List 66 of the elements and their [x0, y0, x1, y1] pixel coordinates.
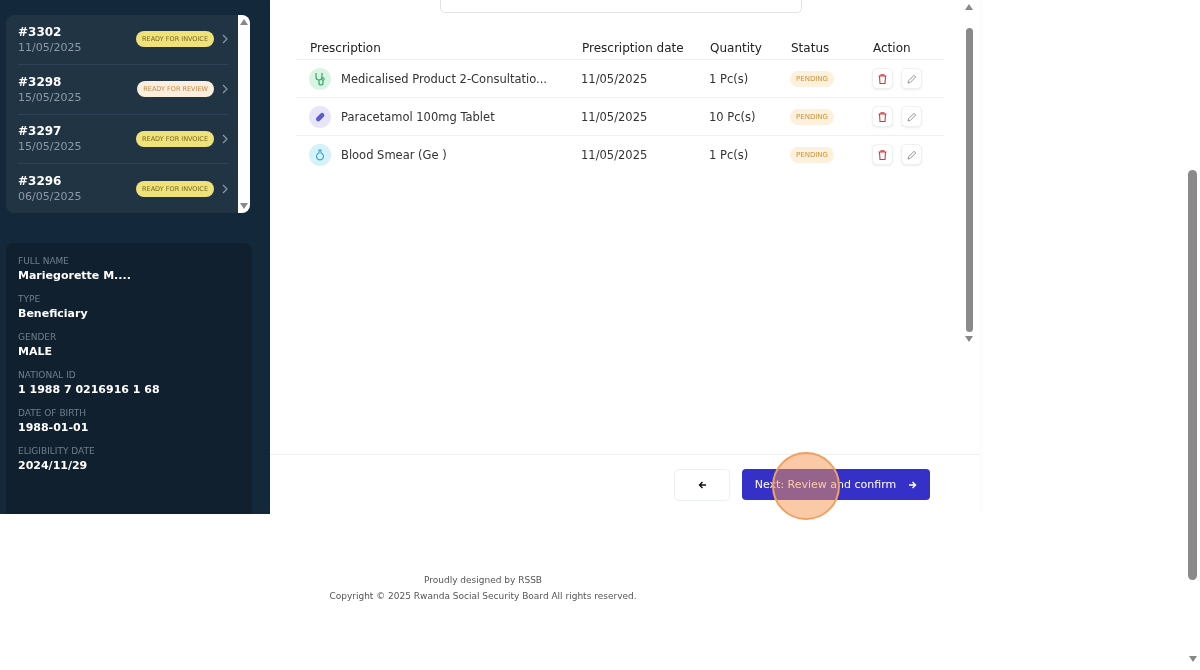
column-header: Status	[791, 41, 831, 57]
scroll-down-icon[interactable]	[1188, 656, 1197, 662]
copyright-text: Copyright © 2025 Rwanda Social Security Board All rights reserved.	[329, 591, 637, 601]
field-value: MALE	[18, 345, 53, 358]
flask-icon	[309, 143, 331, 166]
field-label: NATIONAL ID	[18, 370, 77, 380]
scroll-down-icon[interactable]	[965, 336, 973, 342]
field-label: FULL NAME	[18, 256, 70, 266]
table-cell: Blood Smear (Ge )	[341, 147, 447, 162]
visit-date: 11/05/2025	[18, 40, 83, 54]
trash-icon	[878, 149, 887, 160]
table-cell-text: 11/05/2025	[581, 109, 649, 124]
pencil-icon	[906, 149, 917, 160]
chevron-right-icon	[222, 84, 228, 95]
search-field[interactable]	[440, 0, 802, 13]
scroll-thumb[interactable]	[1188, 170, 1197, 580]
table-cell: Medicalised Product 2-Consultatio...	[341, 71, 547, 86]
visit-date: 15/05/2025	[18, 90, 83, 104]
field-value: 1988-01-01	[18, 421, 90, 434]
table-cell-text: 1 Pc(s)	[709, 71, 750, 86]
table-cell-text: 11/05/2025	[581, 71, 649, 86]
pill-icon	[309, 105, 331, 128]
table-cell: Paracetamol 100mg Tablet	[341, 109, 495, 124]
delete-button[interactable]	[872, 144, 893, 165]
arrow-right-icon	[908, 480, 918, 489]
scroll-up-icon[interactable]	[965, 4, 973, 10]
credit-text: Proudly designed by RSSB	[423, 575, 543, 585]
delete-button[interactable]	[872, 106, 893, 127]
field-value: Beneficiary	[18, 307, 89, 320]
field-value: 1 1988 7 0216916 1 68	[18, 383, 161, 396]
field-label: GENDER	[18, 332, 58, 342]
column-header: Action	[873, 41, 912, 57]
field-value: 2024/11/29	[18, 459, 89, 472]
column-header: Prescription	[310, 41, 382, 57]
stethoscope-icon	[309, 67, 331, 90]
table-cell-text: 1 Pc(s)	[709, 147, 750, 162]
table-cell-text: 11/05/2025	[581, 147, 649, 162]
visit-number: #3302	[18, 24, 63, 39]
delete-button[interactable]	[872, 68, 893, 89]
scroll-down-icon[interactable]	[240, 203, 248, 209]
arrow-left-icon	[697, 480, 707, 489]
visit-date: 15/05/2025	[18, 140, 83, 154]
scrollbar[interactable]	[238, 15, 250, 213]
edit-button[interactable]	[901, 106, 922, 127]
chevron-right-icon	[222, 34, 228, 45]
column-header: Quantity	[710, 41, 763, 57]
visit-date: 06/05/2025	[18, 190, 83, 204]
chevron-right-icon	[222, 133, 228, 144]
edit-button[interactable]	[901, 144, 922, 165]
field-label: DATE OF BIRTH	[18, 408, 88, 418]
trash-icon	[878, 73, 887, 84]
scroll-thumb[interactable]	[965, 28, 973, 332]
trash-icon	[878, 111, 887, 122]
table-cell-text: 10 Pc(s)	[709, 109, 757, 124]
field-label: TYPE	[18, 294, 42, 304]
visit-number: #3298	[18, 74, 63, 89]
scroll-up-icon[interactable]	[240, 19, 248, 25]
column-header: Prescription date	[582, 41, 685, 57]
edit-button[interactable]	[901, 68, 922, 89]
visit-number: #3296	[18, 174, 63, 189]
field-value: Mariegorette M....	[18, 269, 132, 282]
visit-number: #3297	[18, 124, 63, 139]
chevron-right-icon	[222, 183, 228, 194]
pencil-icon	[906, 111, 917, 122]
field-label: ELIGIBILITY DATE	[18, 446, 96, 456]
pencil-icon	[906, 73, 917, 84]
